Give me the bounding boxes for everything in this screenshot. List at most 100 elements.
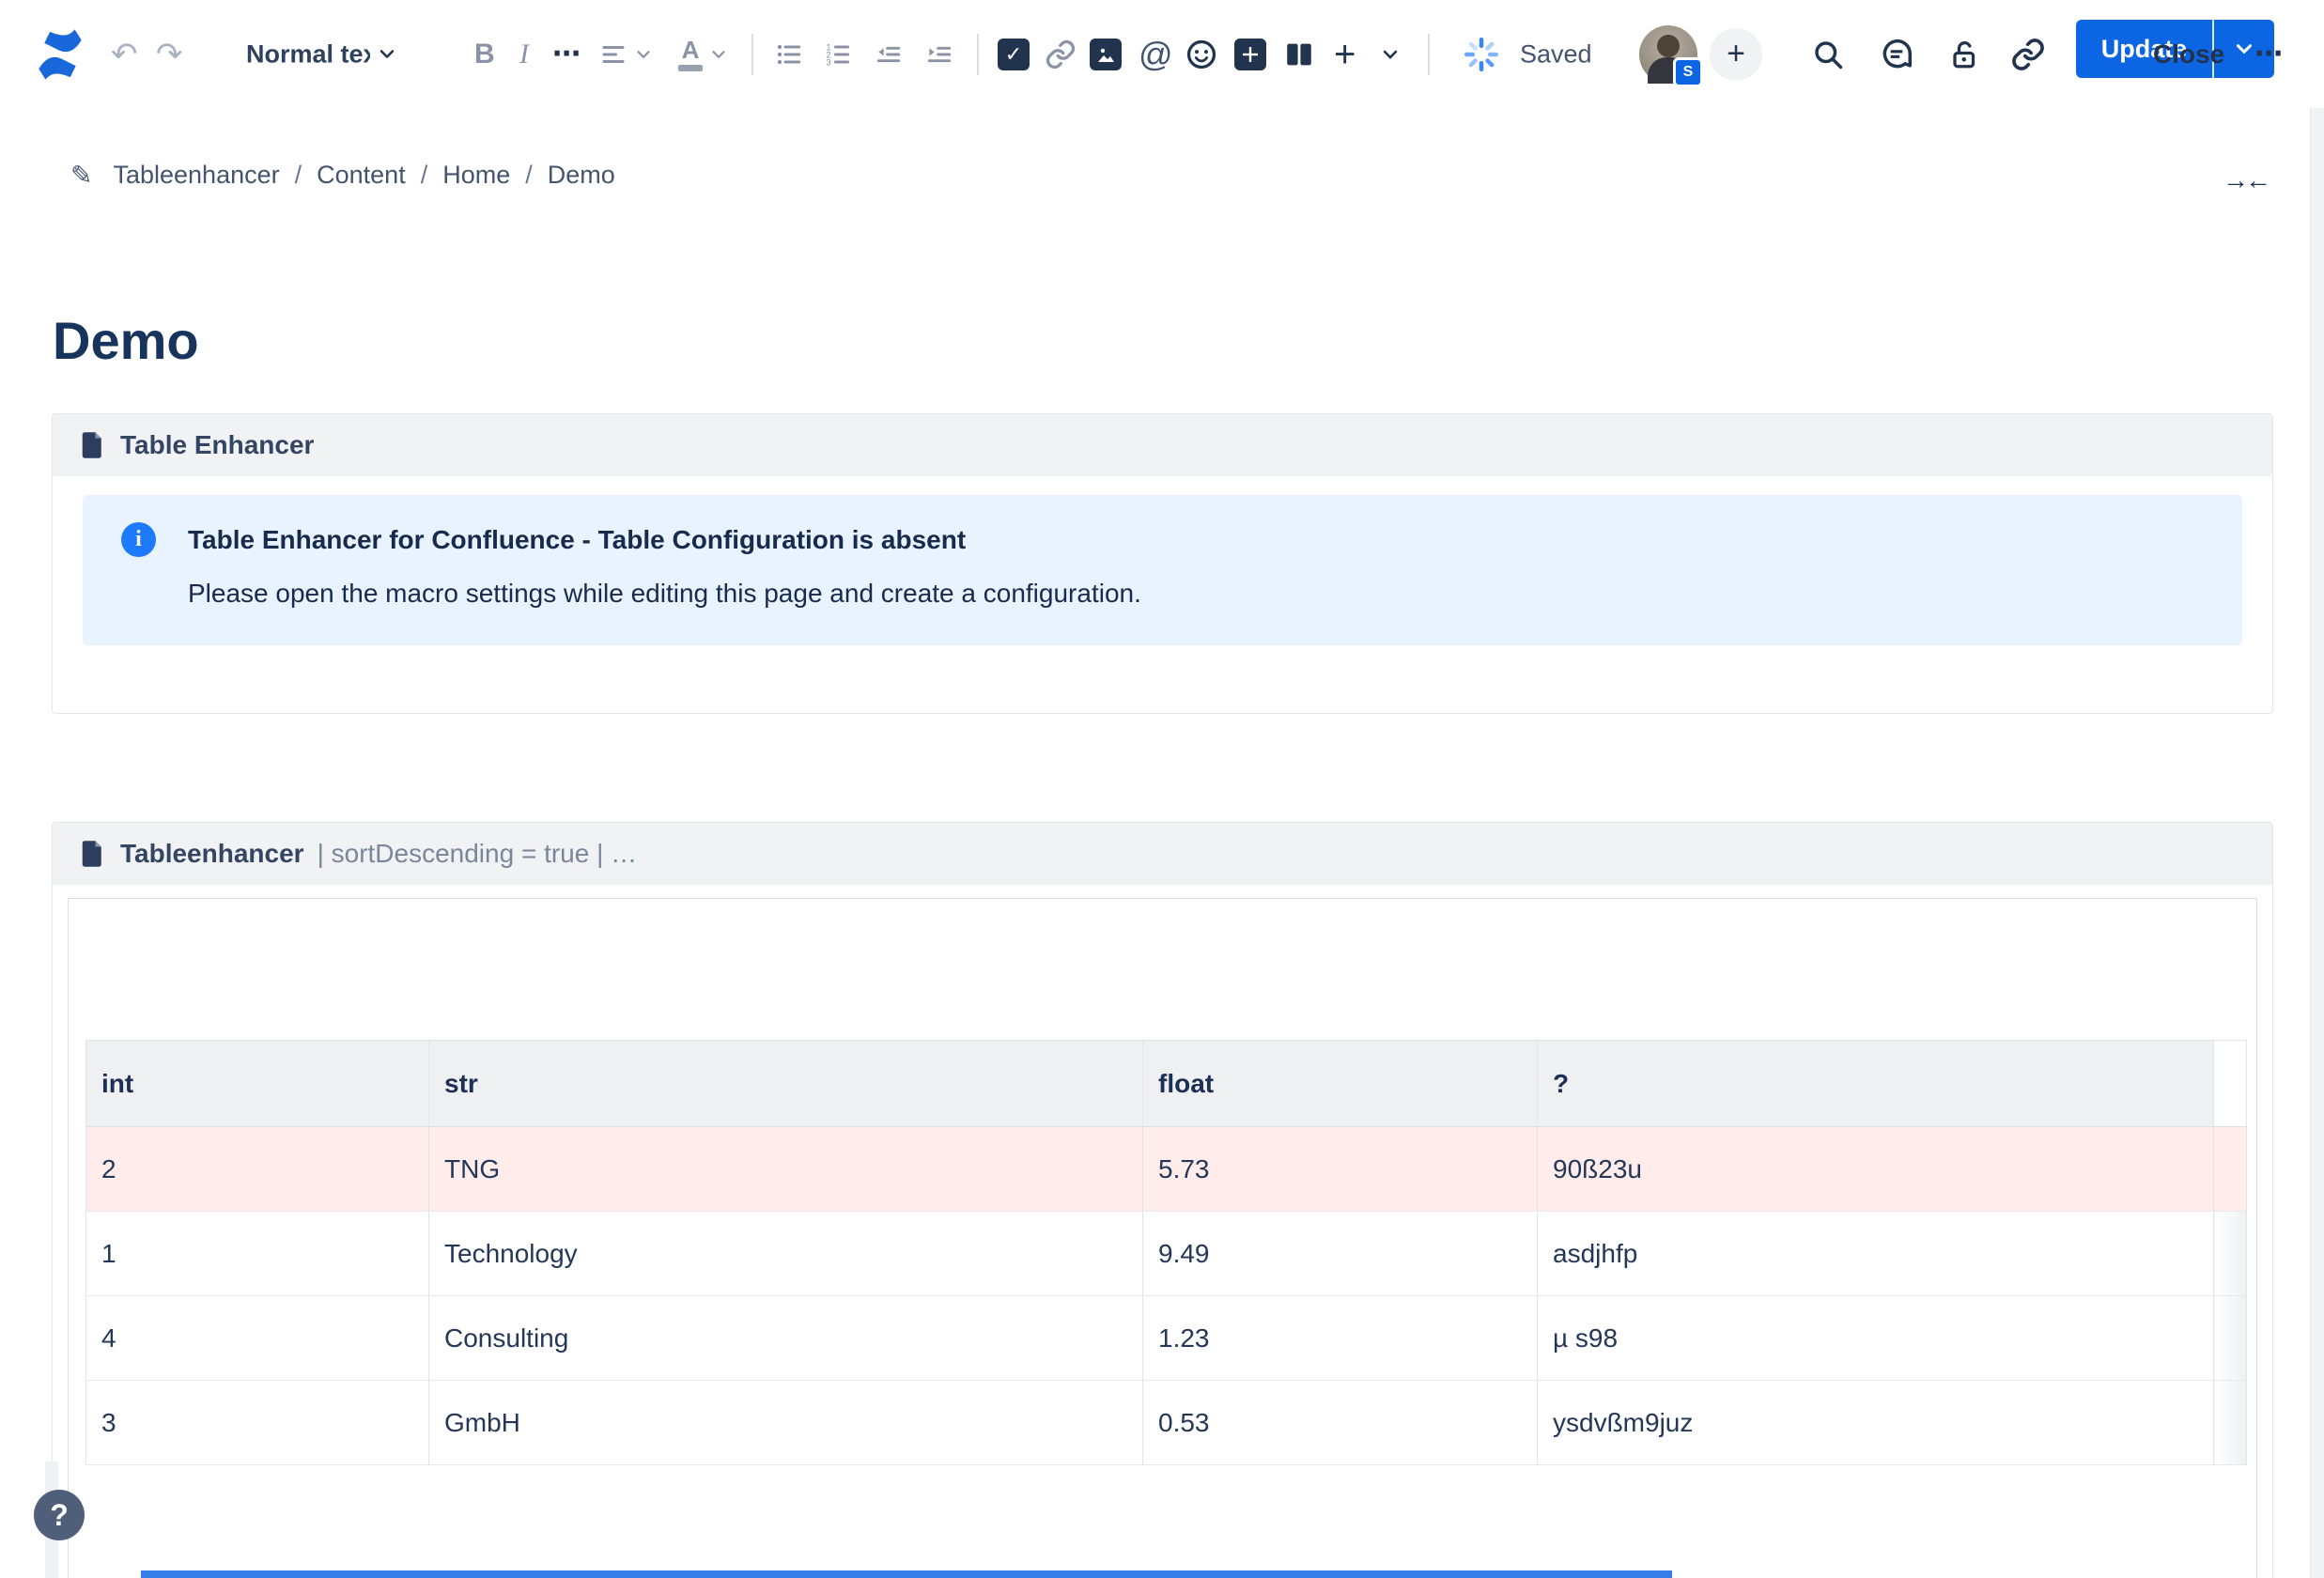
outdent-button[interactable]: [874, 39, 904, 70]
breadcrumb-content[interactable]: Content: [317, 161, 406, 190]
mention-button[interactable]: @: [1139, 38, 1173, 71]
help-button[interactable]: ?: [34, 1490, 85, 1540]
insert-link-button[interactable]: [1045, 39, 1077, 70]
more-formatting-button[interactable]: ⋯: [552, 40, 581, 69]
avatar-badge: S: [1673, 57, 1703, 87]
macro-table-enhancer[interactable]: Table Enhancer i Table Enhancer for Conf…: [52, 413, 2273, 714]
copy-link-button[interactable]: [2010, 37, 2046, 72]
breadcrumb-home[interactable]: Home: [442, 161, 510, 190]
insert-image-button[interactable]: [1090, 39, 1122, 70]
macro-body: int str float ? 2 TNG 5.73 90ß23u: [68, 898, 2257, 1578]
table-gutter: [2214, 1381, 2247, 1465]
cell: Consulting: [429, 1296, 1143, 1381]
column-header-question[interactable]: ?: [1538, 1041, 2214, 1127]
indent-button[interactable]: [924, 39, 954, 70]
cell: GmbH: [429, 1381, 1143, 1465]
confluence-logo-icon[interactable]: [31, 27, 89, 82]
unlock-icon: [1946, 38, 1980, 71]
comment-icon: [1879, 37, 1914, 72]
svg-text:3: 3: [826, 57, 830, 67]
cell: Technology: [429, 1212, 1143, 1296]
document-icon: [81, 840, 105, 868]
text-color-dropdown[interactable]: A: [678, 38, 729, 71]
info-panel-title: Table Enhancer for Confluence - Table Co…: [188, 525, 966, 555]
text-style-dropdown[interactable]: Normal text: [246, 39, 398, 69]
italic-button[interactable]: I: [519, 39, 529, 70]
close-button[interactable]: Close: [2153, 39, 2224, 70]
toolbar-divider: [1428, 34, 1430, 75]
bullet-list-button[interactable]: [774, 39, 804, 70]
breadcrumb: ✎ Tableenhancer / Content / Home / Demo: [70, 160, 615, 191]
cell: 9.49: [1143, 1212, 1538, 1296]
breadcrumb-separator: /: [295, 161, 302, 190]
image-icon: [1090, 39, 1122, 70]
insert-table-button[interactable]: [1234, 39, 1266, 70]
undo-button[interactable]: ↶: [111, 39, 138, 70]
breadcrumb-demo[interactable]: Demo: [548, 161, 615, 190]
text-color-icon: A: [678, 38, 703, 71]
search-button[interactable]: [1811, 38, 1845, 71]
cell: 2: [86, 1127, 429, 1212]
save-status: Saved: [1520, 39, 1592, 69]
cell: 4: [86, 1296, 429, 1381]
share-link-icon: [2010, 37, 2046, 72]
insert-more-button[interactable]: +: [1334, 36, 1356, 73]
cell: 5.73: [1143, 1127, 1538, 1212]
table-row: 2 TNG 5.73 90ß23u: [86, 1127, 2247, 1212]
column-header-int[interactable]: int: [86, 1041, 429, 1127]
search-icon: [1811, 38, 1845, 71]
page-title[interactable]: Demo: [53, 310, 199, 371]
pencil-icon: ✎: [70, 160, 92, 191]
cell: ysdvßm9juz: [1538, 1381, 2214, 1465]
redo-button[interactable]: ↷: [156, 39, 183, 70]
collapse-width-icon[interactable]: →←: [2223, 165, 2268, 195]
document-icon: [81, 431, 105, 459]
macro-params: | sortDescending = true | …: [318, 839, 638, 869]
chevron-down-icon: [2232, 37, 2256, 61]
cell: 1: [86, 1212, 429, 1296]
emoji-icon: [1185, 39, 1217, 70]
table-gutter: [2214, 1296, 2247, 1381]
cell: 1.23: [1143, 1296, 1538, 1381]
bold-button[interactable]: B: [474, 39, 495, 70]
cell: 0.53: [1143, 1381, 1538, 1465]
table-icon: [1234, 39, 1266, 70]
numbered-list-button[interactable]: 123: [823, 39, 853, 70]
toolbar-divider: [751, 34, 753, 75]
page-scrollbar[interactable]: [2310, 108, 2324, 1578]
column-header-float[interactable]: float: [1143, 1041, 1538, 1127]
permissions-button[interactable]: [1946, 38, 1980, 71]
toolbar-divider: [977, 34, 979, 75]
macro-tableenhancer[interactable]: Tableenhancer | sortDescending = true | …: [52, 822, 2273, 1578]
saving-spinner-icon: [1462, 35, 1501, 74]
cell: 90ß23u: [1538, 1127, 2214, 1212]
invite-button[interactable]: +: [1710, 28, 1762, 81]
insert-chevron-button[interactable]: [1379, 43, 1402, 66]
columns-icon: [1283, 39, 1315, 70]
layouts-button[interactable]: [1283, 39, 1315, 70]
macro-header[interactable]: Table Enhancer: [53, 414, 2272, 476]
macro-header[interactable]: Tableenhancer | sortDescending = true | …: [53, 823, 2272, 885]
table-row: 1 Technology 9.49 asdjhfp: [86, 1212, 2247, 1296]
info-panel: i Table Enhancer for Confluence - Table …: [83, 495, 2242, 645]
macro-name: Table Enhancer: [120, 430, 314, 460]
avatar[interactable]: S: [1639, 25, 1697, 84]
macro-name: Tableenhancer: [120, 839, 304, 869]
info-icon: i: [121, 522, 156, 557]
confluence-editor: ↶ ↷ Normal text B I ⋯ A 123: [0, 0, 2324, 1578]
plus-icon: +: [1710, 28, 1762, 81]
action-item-button[interactable]: ✓: [998, 39, 1030, 70]
emoji-button[interactable]: [1185, 39, 1217, 70]
table-gutter: [2214, 1041, 2247, 1127]
alignment-dropdown[interactable]: [599, 40, 654, 69]
breadcrumb-separator: /: [421, 161, 428, 190]
comments-button[interactable]: [1879, 37, 1914, 72]
editor-toolbar: ↶ ↷ Normal text B I ⋯ A 123: [0, 0, 2324, 108]
align-left-icon: [599, 40, 627, 69]
table-header-row: int str float ?: [86, 1041, 2247, 1127]
text-style-value: Normal text: [246, 39, 370, 69]
breadcrumb-space[interactable]: Tableenhancer: [113, 161, 279, 190]
more-menu-button[interactable]: ⋯: [2254, 40, 2283, 69]
column-header-str[interactable]: str: [429, 1041, 1143, 1127]
cell: asdjhfp: [1538, 1212, 2214, 1296]
